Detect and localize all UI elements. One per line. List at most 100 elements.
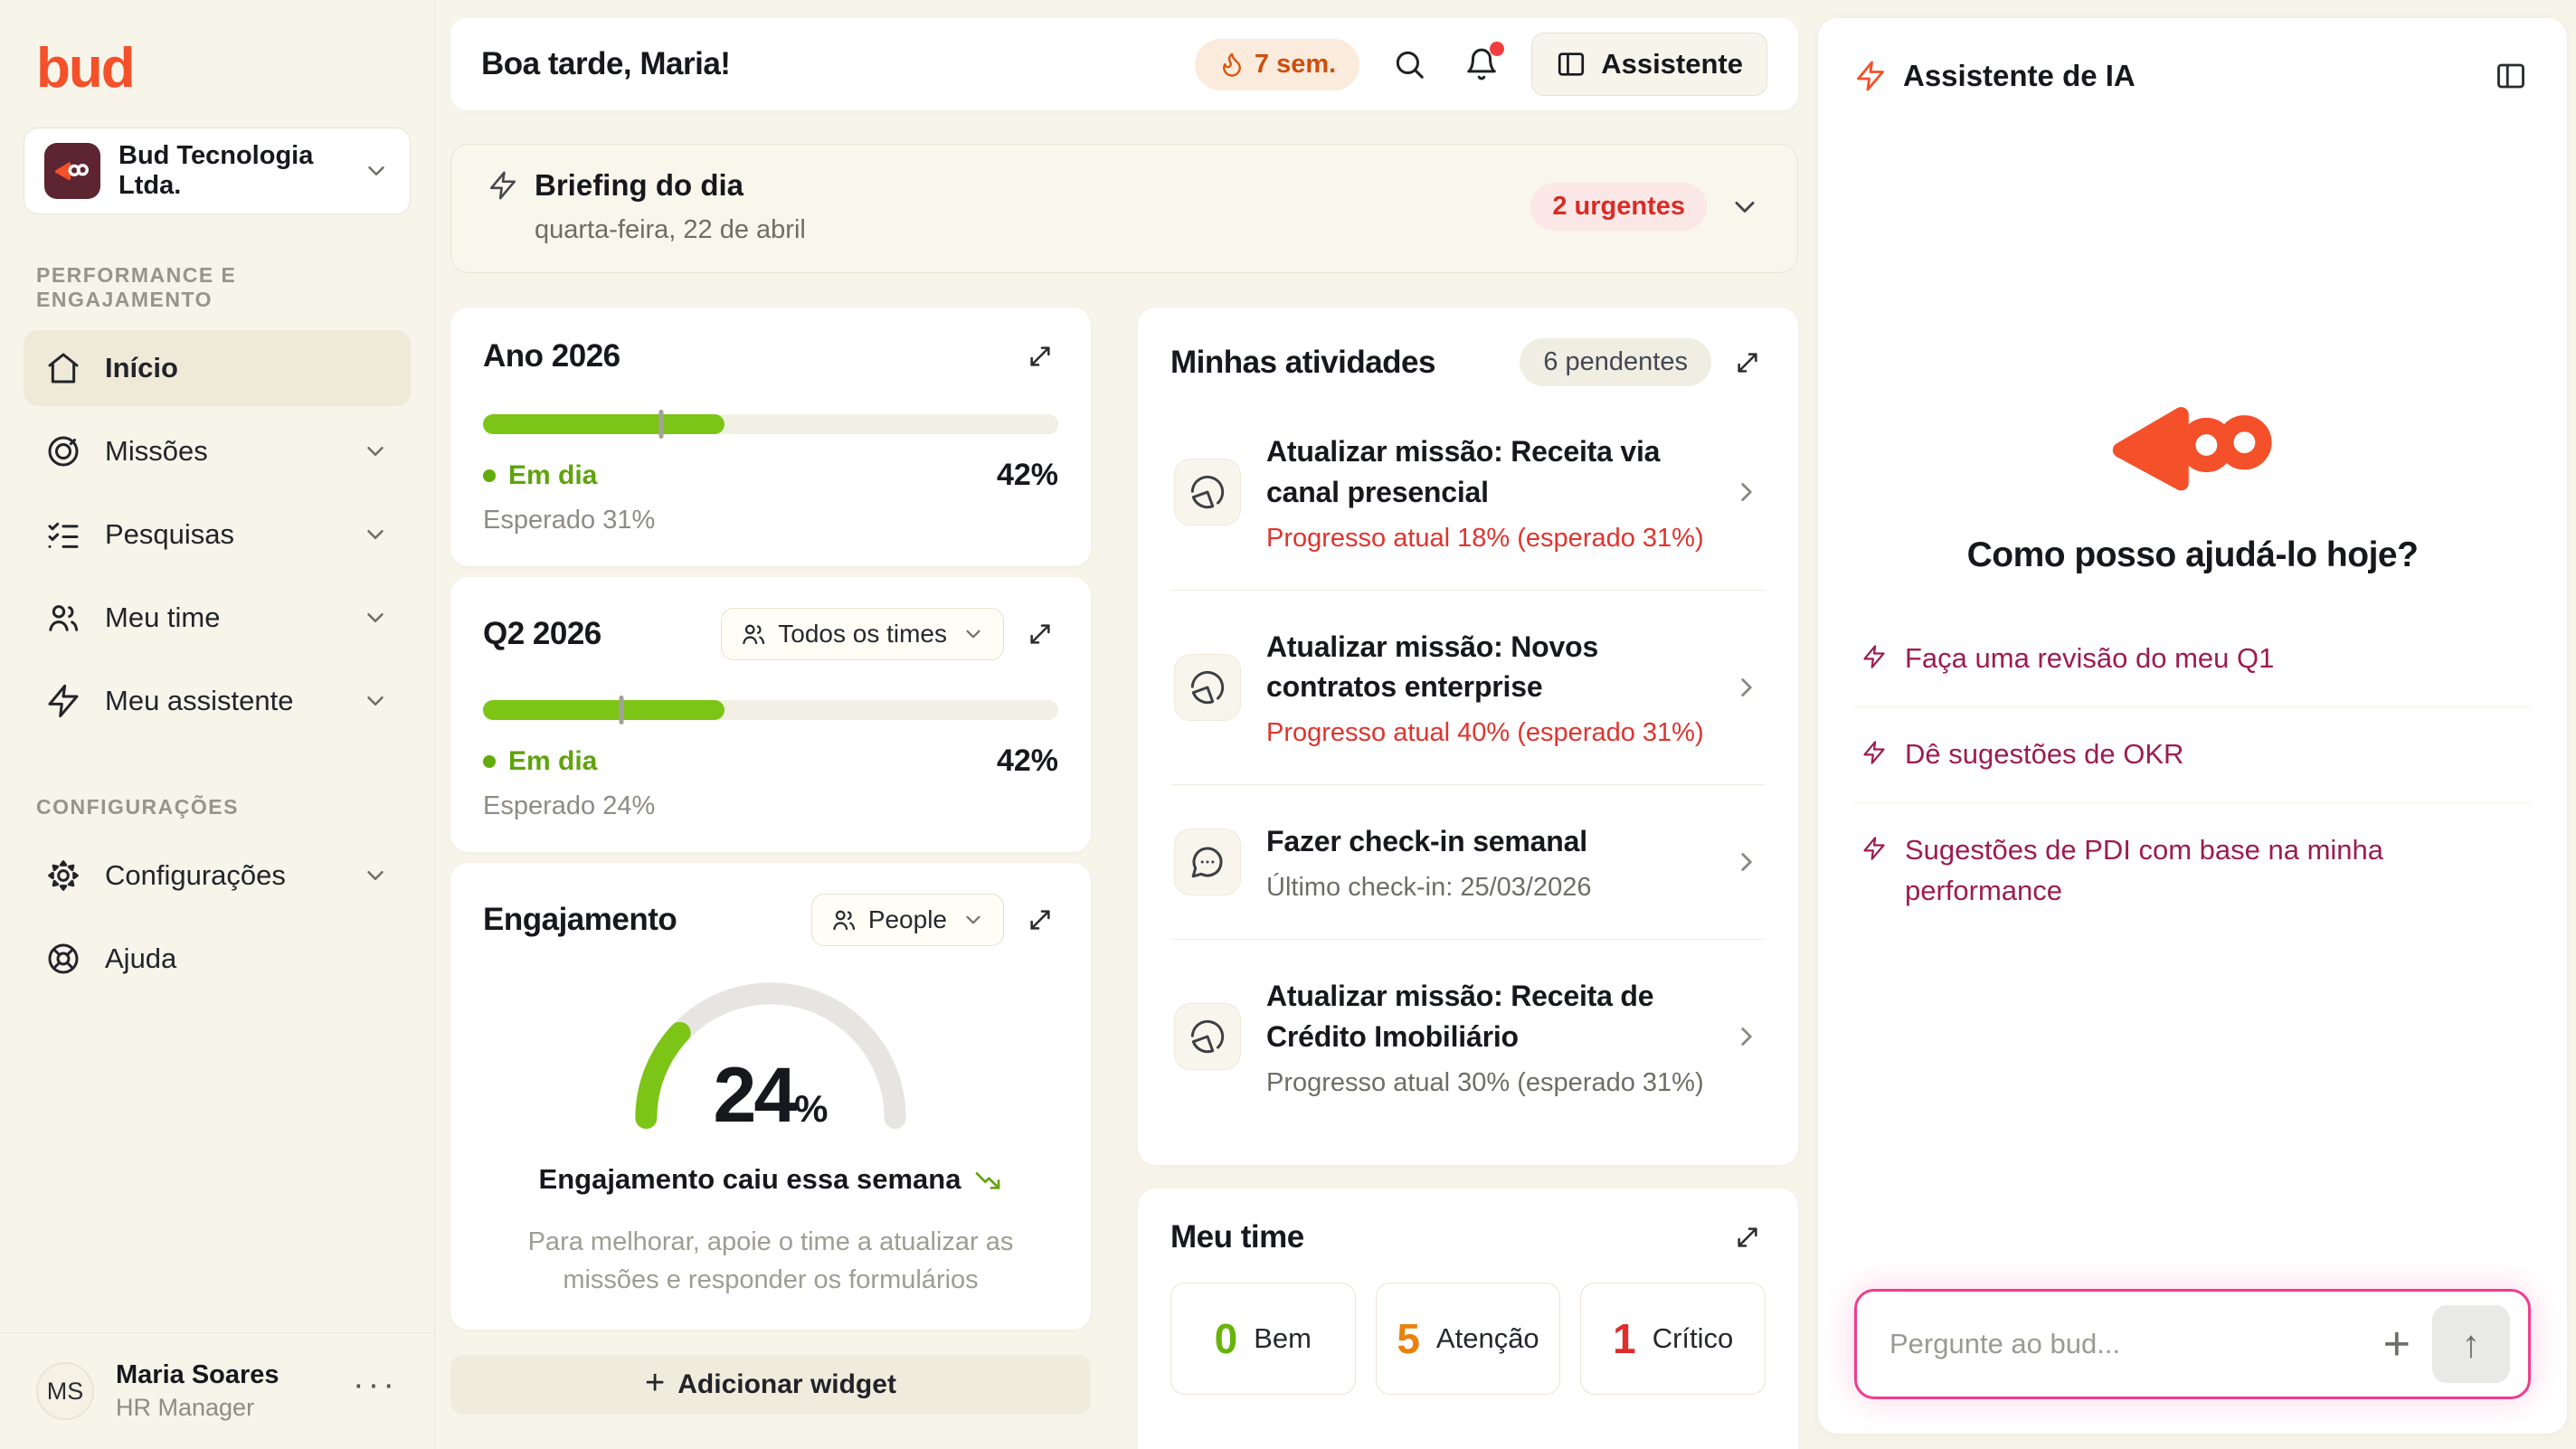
gear-icon [45, 857, 81, 894]
expand-icon [1026, 342, 1055, 371]
plus-icon: + [2383, 1318, 2410, 1370]
send-button[interactable]: ↑ [2432, 1305, 2510, 1383]
home-icon [45, 350, 81, 386]
activity-subtitle: Progresso atual 30% (esperado 31%) [1266, 1068, 1706, 1098]
briefing-card[interactable]: Briefing do dia quarta-feira, 22 de abri… [450, 144, 1798, 273]
user-menu-ellipsis-icon[interactable]: ··· [353, 1377, 398, 1406]
mission-chart-icon [1174, 654, 1241, 721]
sidebar-item-meu-assistente[interactable]: Meu assistente [24, 663, 411, 739]
activity-row[interactable]: Atualizar missão: Novos contratos enterp… [1170, 590, 1766, 785]
year-progress-bar [483, 414, 1058, 434]
add-widget-label: Adicionar widget [677, 1369, 896, 1400]
sidebar-item-inicio[interactable]: Início [24, 330, 411, 406]
card-title: Q2 2026 [483, 616, 703, 652]
ai-suggestion-label: Sugestões de PDI com base na minha perfo… [1905, 830, 2524, 912]
zap-icon [1854, 60, 1887, 92]
chevron-down-icon [961, 622, 985, 646]
stat-label: Bem [1254, 1322, 1312, 1355]
streak-label: 7 sem. [1255, 50, 1336, 80]
expand-button[interactable] [1729, 1219, 1766, 1255]
urgent-badge: 2 urgentes [1530, 183, 1707, 231]
company-logo-icon [44, 143, 100, 199]
status-label: Em dia [508, 746, 597, 777]
sidebar: bud Bud Tecnologia Ltda. PERFORMANCE E E… [0, 0, 435, 1449]
trending-down-icon [973, 1165, 1002, 1194]
expected-marker [659, 410, 664, 439]
my-team-card: Meu time 0 Bem 5 Atenção [1138, 1189, 1798, 1449]
ai-suggestion[interactable]: Dê sugestões de OKR [1854, 706, 2531, 802]
ai-suggestion[interactable]: Faça uma revisão do meu Q1 [1854, 611, 2531, 706]
chevron-down-icon [362, 604, 389, 631]
expand-button[interactable] [1022, 338, 1058, 374]
sidebar-item-label: Meu time [105, 601, 338, 634]
teams-filter-dropdown[interactable]: Todos os times [721, 608, 1004, 660]
expand-button[interactable] [1022, 902, 1058, 938]
expand-icon [1733, 348, 1762, 377]
chevron-down-icon [362, 521, 389, 548]
chevron-down-icon[interactable] [1728, 191, 1761, 223]
company-name: Bud Tecnologia Ltda. [118, 141, 345, 201]
progress-value: 42% [997, 743, 1058, 779]
card-title: Minhas atividades [1170, 345, 1501, 381]
ai-chat-input[interactable] [1889, 1328, 2362, 1360]
sidebar-item-missoes[interactable]: Missões [24, 413, 411, 489]
add-widget-button[interactable]: + Adicionar widget [450, 1355, 1091, 1415]
mission-chart-icon [1174, 1003, 1241, 1070]
main-content: Boa tarde, Maria! 7 sem. Assistente [435, 0, 1818, 1449]
my-activities-card: Minhas atividades 6 pendentes Atu [1138, 308, 1798, 1165]
engagement-headline: Engajamento caiu essa semana [539, 1163, 1003, 1196]
sidebar-item-meu-time[interactable]: Meu time [24, 580, 411, 656]
sidebar-item-label: Início [105, 352, 389, 384]
chevron-down-icon [362, 438, 389, 465]
bud-logo: bud [24, 31, 411, 128]
section-performance-label: PERFORMANCE E ENGAJAMENTO [36, 263, 398, 312]
users-icon [830, 906, 857, 933]
sidebar-item-pesquisas[interactable]: Pesquisas [24, 497, 411, 573]
user-profile[interactable]: MS Maria Soares HR Manager ··· [0, 1332, 434, 1449]
streak-badge[interactable]: 7 sem. [1195, 39, 1359, 90]
sidebar-item-label: Meu assistente [105, 685, 338, 717]
ai-suggestion[interactable]: Sugestões de PDI com base na minha perfo… [1854, 802, 2531, 939]
flame-icon [1218, 51, 1245, 78]
expand-button[interactable] [1022, 616, 1058, 652]
chat-bubble-icon [1174, 829, 1241, 895]
activity-row[interactable]: Atualizar missão: Receita de Crédito Imo… [1170, 939, 1766, 1134]
chevron-right-icon [1731, 847, 1762, 877]
engagement-card: Engajamento People [450, 863, 1091, 1330]
people-filter-dropdown[interactable]: People [811, 894, 1004, 946]
attach-button[interactable]: + [2362, 1321, 2432, 1368]
team-stat-atencao[interactable]: 5 Atenção [1376, 1283, 1561, 1395]
chevron-down-icon [363, 157, 390, 185]
users-icon [740, 620, 767, 648]
activity-row[interactable]: Atualizar missão: Receita via canal pres… [1170, 395, 1766, 590]
collapse-panel-button[interactable] [2491, 56, 2531, 96]
notifications-button[interactable] [1459, 42, 1504, 87]
activity-title: Atualizar missão: Receita via canal pres… [1266, 431, 1706, 513]
assistant-toggle-label: Assistente [1601, 48, 1743, 80]
chevron-down-icon [362, 862, 389, 889]
search-button[interactable] [1387, 42, 1432, 87]
ai-suggestions: Faça uma revisão do meu Q1 Dê sugestões … [1854, 611, 2531, 939]
activity-row[interactable]: Fazer check-in semanal Último check-in: … [1170, 784, 1766, 939]
year-progress-card: Ano 2026 Em dia 42% [450, 308, 1091, 566]
status-dot [483, 755, 496, 768]
users-icon [45, 600, 81, 636]
card-title: Ano 2026 [483, 338, 1004, 374]
sidebar-item-ajuda[interactable]: Ajuda [24, 921, 411, 997]
stat-label: Crítico [1653, 1322, 1734, 1355]
company-selector[interactable]: Bud Tecnologia Ltda. [24, 128, 411, 214]
ai-assistant-panel: Assistente de IA Como posso ajudá-lo hoj… [1818, 18, 2567, 1434]
sidebar-item-configuracoes[interactable]: Configurações [24, 838, 411, 914]
expand-button[interactable] [1729, 345, 1766, 381]
team-stat-bem[interactable]: 0 Bem [1170, 1283, 1356, 1395]
team-stat-critico[interactable]: 1 Crítico [1580, 1283, 1766, 1395]
zap-icon [1861, 740, 1887, 765]
assistant-toggle-button[interactable]: Assistente [1531, 33, 1767, 96]
ai-prompt-title: Como posso ajudá-lo hoje? [1967, 535, 2419, 575]
team-member-row[interactable]: BC Bruno Cardoso Recrutador Crítico [1170, 1418, 1766, 1449]
chevron-right-icon [1731, 477, 1762, 507]
chevron-right-icon [1731, 672, 1762, 703]
checklist-icon [45, 516, 81, 553]
bud-mascot-icon [2108, 394, 2277, 496]
activity-subtitle: Último check-in: 25/03/2026 [1266, 873, 1706, 903]
